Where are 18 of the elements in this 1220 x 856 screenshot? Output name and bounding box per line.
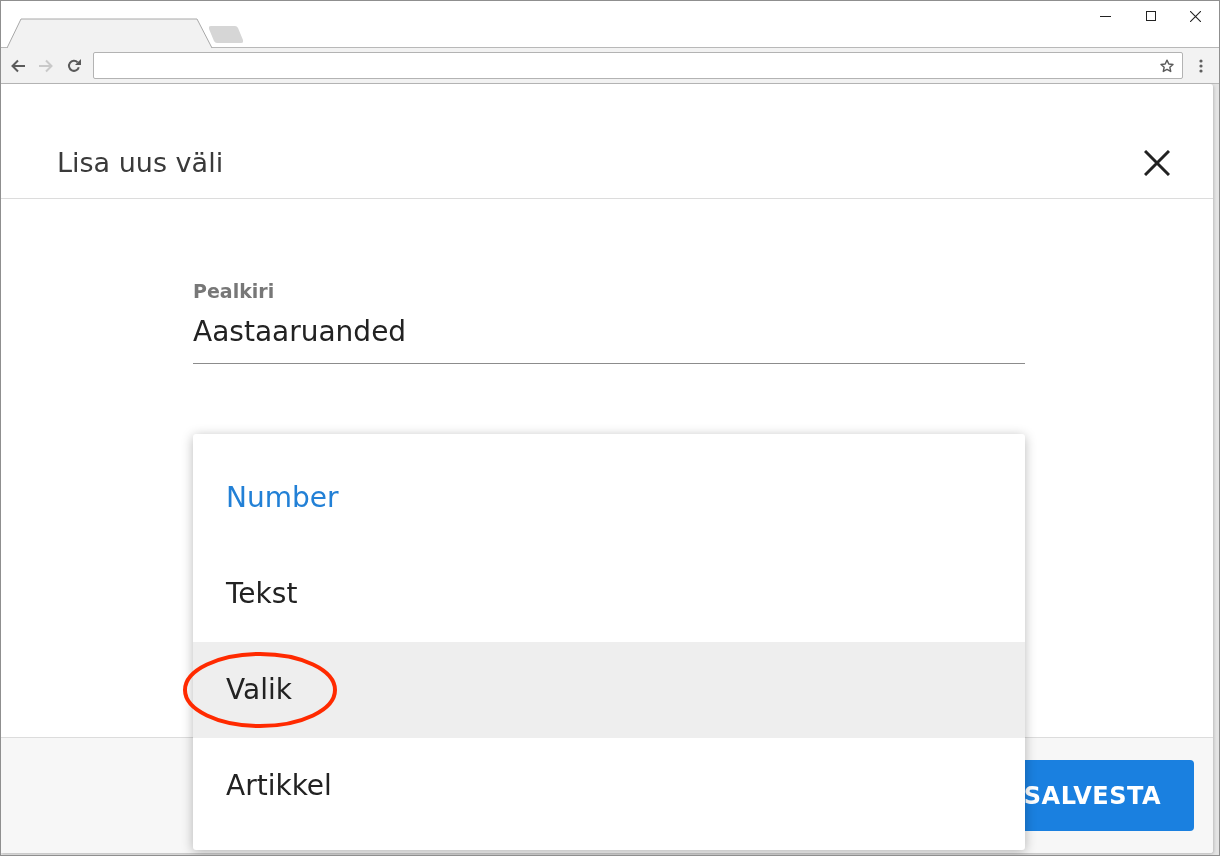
minimize-icon [1100, 15, 1111, 17]
new-tab-button[interactable] [209, 26, 243, 43]
reload-icon [67, 58, 81, 73]
menu-option[interactable]: Number [193, 450, 1025, 546]
field-label: Pealkiri [193, 280, 276, 302]
dialog-title: Lisa uus väli [57, 146, 224, 180]
menu-option[interactable]: Tekst [193, 546, 1025, 642]
back-arrow-icon [11, 58, 25, 73]
forward-arrow-icon [39, 58, 53, 73]
title-input[interactable]: Aastaaruanded [193, 313, 1025, 364]
more-dots-icon [1199, 58, 1203, 73]
menu-option[interactable]: Artikkel [193, 738, 1025, 834]
bookmark-star-icon[interactable] [1160, 58, 1174, 73]
address-field[interactable] [93, 52, 1183, 79]
close-icon [1190, 10, 1201, 22]
dialog-close-button[interactable] [1144, 150, 1170, 176]
maximize-icon [1145, 11, 1156, 21]
close-icon [1144, 150, 1170, 176]
